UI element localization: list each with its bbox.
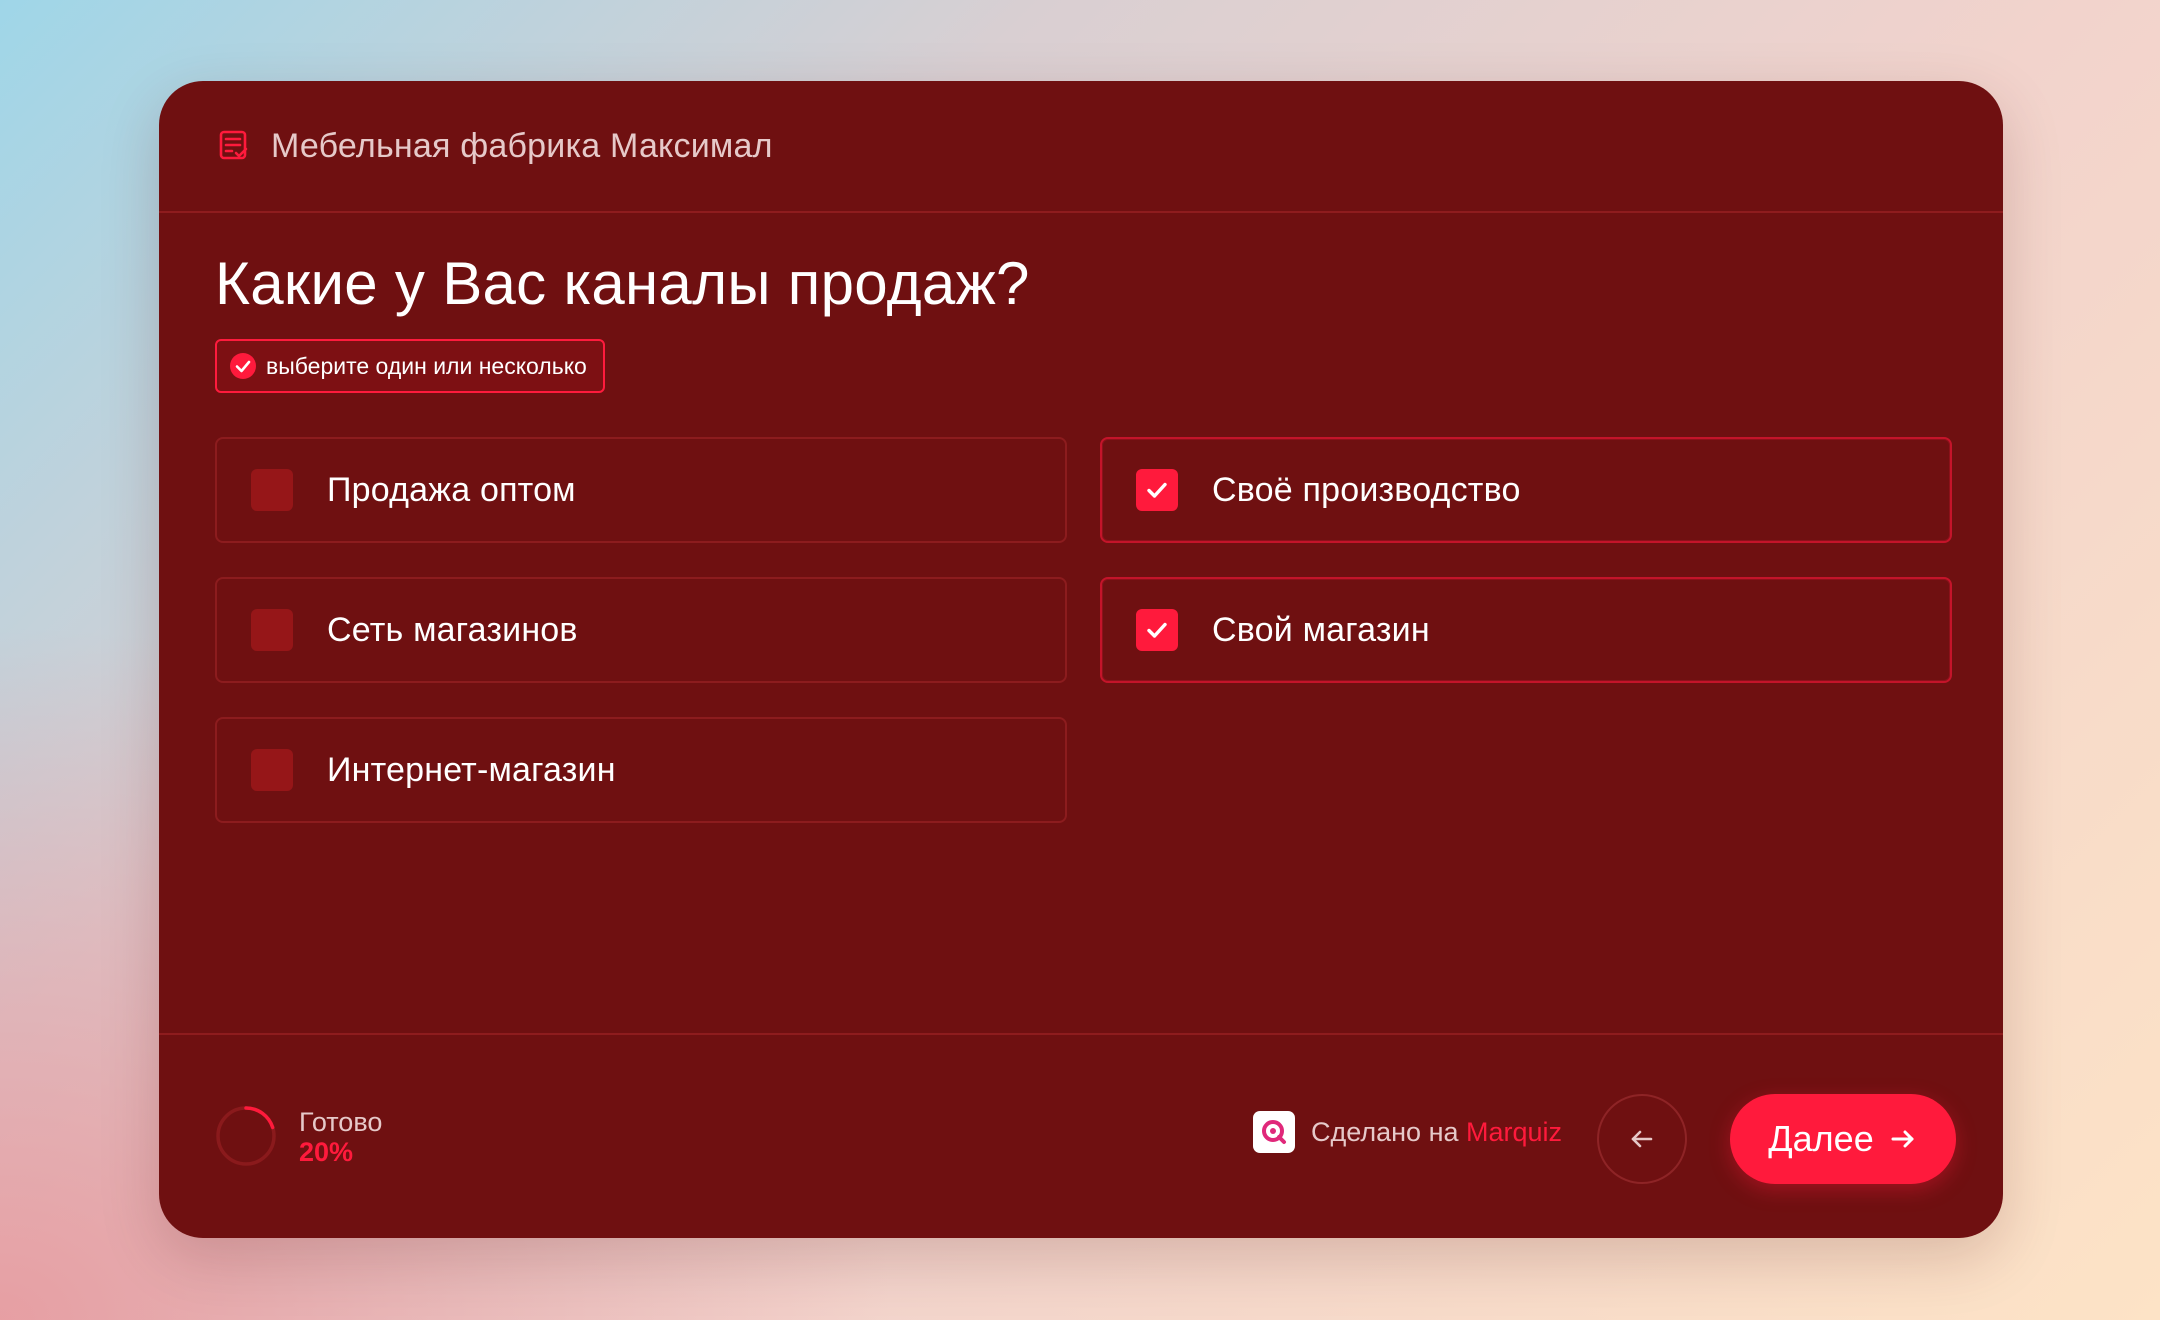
checkbox[interactable] (251, 469, 293, 511)
option-label: Сеть магазинов (327, 610, 578, 649)
marquiz-brand-link[interactable]: Marquiz (1466, 1117, 1562, 1147)
quiz-header: Мебельная фабрика Максимал (159, 81, 2003, 213)
question-title: Какие у Вас каналы продаж? (215, 250, 1030, 317)
selection-hint-text: выберите один или несколько (266, 352, 587, 379)
next-button-label: Далее (1768, 1118, 1874, 1159)
option-label: Своё производство (1212, 470, 1521, 509)
made-with-text: Сделано на (1311, 1117, 1459, 1147)
next-button[interactable]: Далее (1730, 1094, 1956, 1184)
option-label: Свой магазин (1212, 610, 1430, 649)
company-title: Мебельная фабрика Максимал (271, 126, 773, 165)
check-circle-icon (229, 352, 257, 380)
option-wholesale[interactable]: Продажа оптом (215, 437, 1067, 543)
checkmark-icon (1147, 622, 1167, 638)
arrow-right-icon (1888, 1124, 1918, 1154)
quiz-footer: Готово 20% Сделано на Marquiz Далее (159, 1033, 2003, 1238)
option-own-production[interactable]: Своё производство (1100, 437, 1952, 543)
form-list-icon (217, 129, 251, 163)
checkbox[interactable] (1136, 469, 1178, 511)
progress-ring (216, 1106, 276, 1166)
progress-value: 20% (299, 1137, 354, 1167)
option-own-store[interactable]: Свой магазин (1100, 577, 1952, 683)
checkbox[interactable] (251, 749, 293, 791)
quiz-card: Мебельная фабрика Максимал Какие у Вас к… (159, 81, 2003, 1238)
selection-hint-badge: выберите один или несколько (215, 339, 605, 393)
option-label: Интернет-магазин (327, 750, 616, 789)
back-button[interactable] (1597, 1094, 1687, 1184)
marquiz-logo-icon (1253, 1111, 1295, 1153)
option-store-chain[interactable]: Сеть магазинов (215, 577, 1067, 683)
checkmark-icon (1147, 482, 1167, 498)
made-with-link[interactable]: Сделано на Marquiz (1311, 1117, 1562, 1148)
arrow-left-icon (1631, 1130, 1653, 1148)
progress-label: Готово (299, 1107, 383, 1137)
checkbox[interactable] (1136, 609, 1178, 651)
checkbox[interactable] (251, 609, 293, 651)
option-label: Продажа оптом (327, 470, 576, 509)
option-online-store[interactable]: Интернет-магазин (215, 717, 1067, 823)
